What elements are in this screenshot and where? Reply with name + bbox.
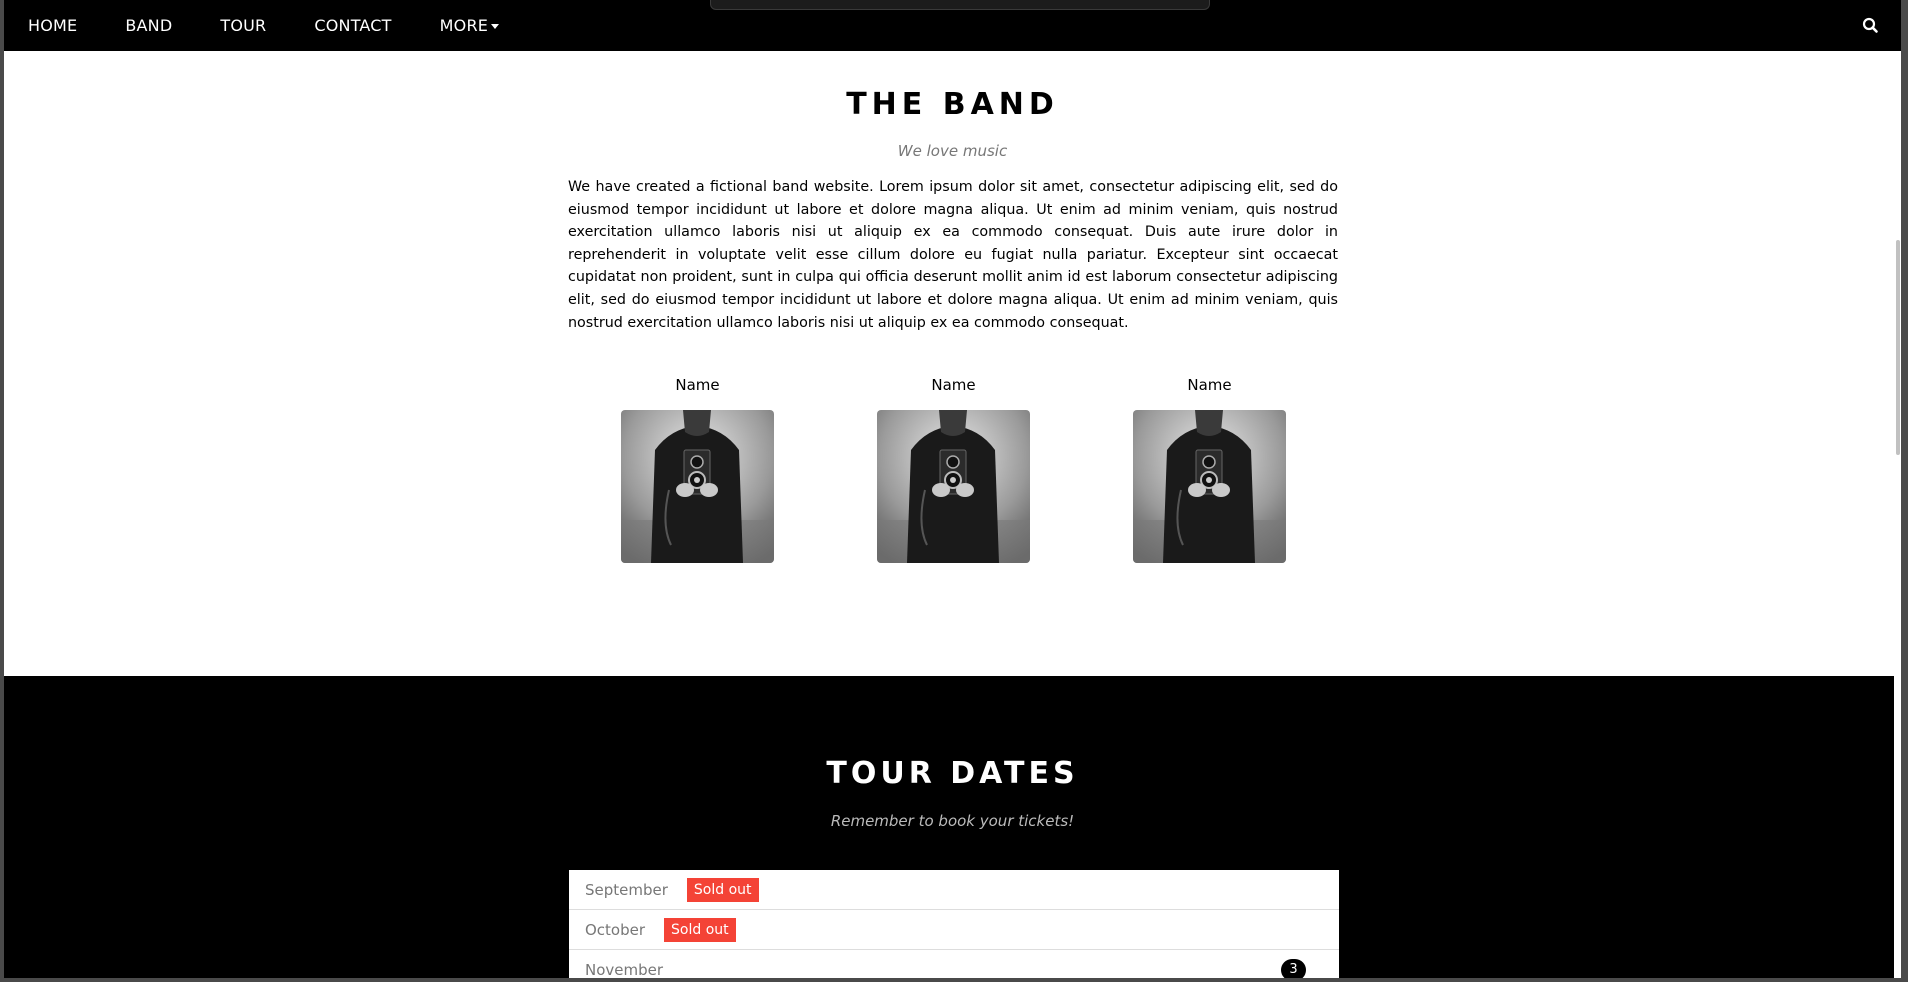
member-photo[interactable] [877, 410, 1030, 563]
nav-tour[interactable]: TOUR [196, 0, 290, 51]
band-member: Name [621, 374, 774, 563]
band-section: THE BAND We love music We have created a… [4, 51, 1901, 676]
scrollbar-thumb[interactable] [1896, 240, 1900, 455]
nav-home[interactable]: HOME [4, 0, 101, 51]
band-member: Name [877, 374, 1030, 563]
nav-band-label: BAND [125, 16, 173, 35]
band-subtitle: We love music [897, 142, 1008, 160]
tour-month: October [585, 920, 646, 939]
member-photo[interactable] [1133, 410, 1286, 563]
sold-out-badge: Sold out [664, 917, 736, 942]
nav-band[interactable]: BAND [101, 0, 196, 51]
nav-more-dropdown[interactable]: MORE [416, 0, 523, 51]
member-photo[interactable] [621, 410, 774, 563]
nav-home-label: HOME [28, 16, 78, 35]
tour-title: TOUR DATES [826, 756, 1079, 791]
band-member: Name [1133, 374, 1286, 563]
tour-month: November [585, 960, 664, 979]
nav-contact-label: CONTACT [314, 16, 392, 35]
caret-down-icon [491, 24, 500, 29]
nav-tour-label: TOUR [220, 16, 267, 35]
search-icon[interactable] [1861, 16, 1881, 36]
tour-month: September [585, 880, 668, 899]
tour-dates-list: September Sold out October Sold out Nove… [569, 870, 1339, 978]
band-title: THE BAND [846, 87, 1059, 122]
browser-top-overlay [710, 0, 1210, 10]
tour-date-item[interactable]: October Sold out [569, 910, 1339, 950]
tour-date-item[interactable]: September Sold out [569, 870, 1339, 910]
page-scrollbar[interactable] [1894, 0, 1901, 978]
tour-section: TOUR DATES Remember to book your tickets… [4, 676, 1901, 978]
member-name: Name [931, 376, 976, 394]
band-description: We have created a fictional band website… [568, 179, 1338, 331]
tour-date-item[interactable]: November 3 [569, 950, 1339, 978]
sold-out-badge: Sold out [686, 877, 759, 902]
nav-contact[interactable]: CONTACT [290, 0, 415, 51]
tour-subtitle: Remember to book your tickets! [830, 812, 1075, 830]
member-name: Name [1187, 376, 1232, 394]
page-viewport: HOME BAND TOUR CONTACT MORE THE BAND We … [4, 0, 1901, 978]
nav-more-label: MORE [439, 16, 489, 35]
ticket-count-badge: 3 [1281, 959, 1306, 978]
member-name: Name [675, 376, 720, 394]
